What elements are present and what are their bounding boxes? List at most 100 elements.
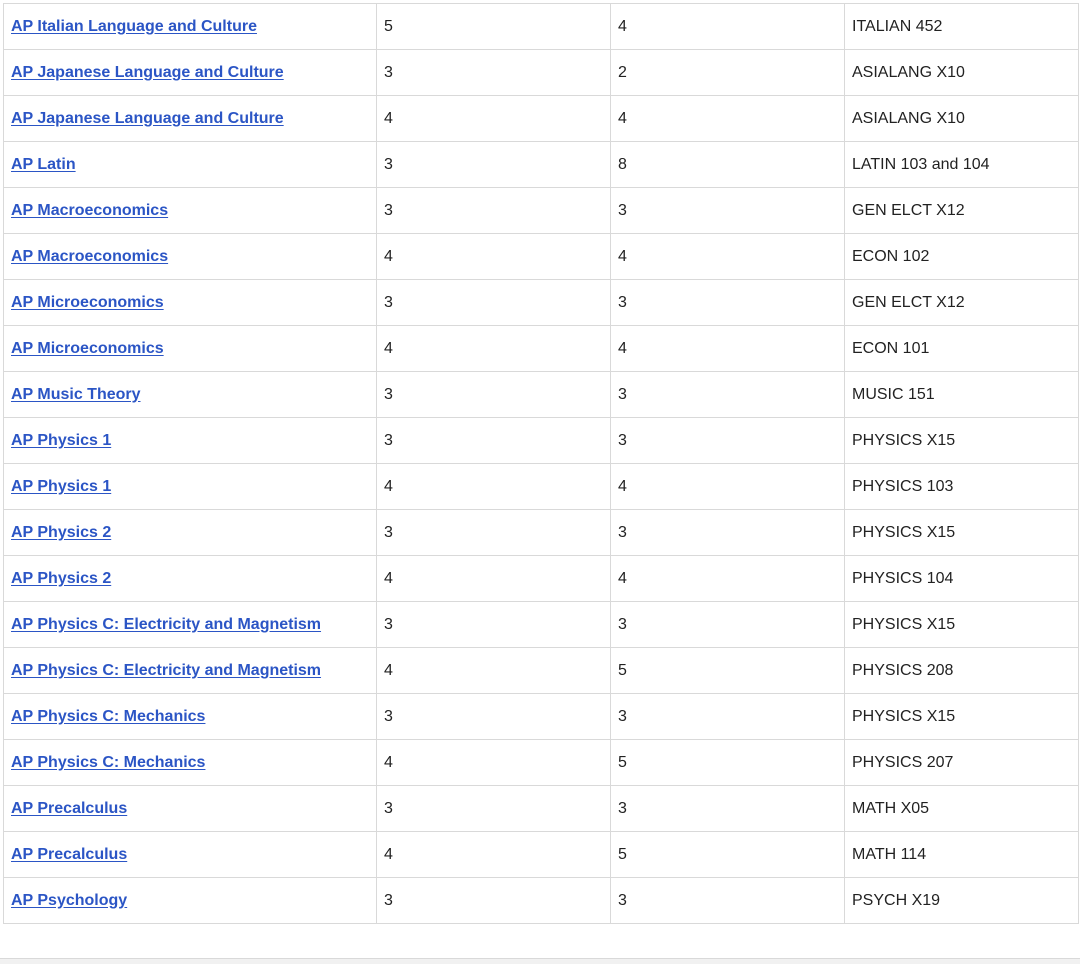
table-row: AP Precalculus 3 3 MATH X05 — [3, 785, 1079, 832]
units-cell: 5 — [610, 647, 845, 694]
exam-link[interactable]: AP Latin — [11, 156, 76, 173]
exam-link[interactable]: AP Italian Language and Culture — [11, 18, 257, 35]
score-cell: 3 — [376, 141, 611, 188]
exam-link[interactable]: AP Music Theory — [11, 386, 141, 403]
equivalent-cell: MUSIC 151 — [844, 371, 1079, 418]
table-row: AP Physics C: Electricity and Magnetism … — [3, 647, 1079, 694]
table-row: AP Precalculus 4 5 MATH 114 — [3, 831, 1079, 878]
exam-link[interactable]: AP Microeconomics — [11, 340, 164, 357]
equivalent-cell: ASIALANG X10 — [844, 95, 1079, 142]
equivalent-cell: PHYSICS X15 — [844, 417, 1079, 464]
exam-link[interactable]: AP Physics 2 — [11, 570, 111, 587]
exam-link[interactable]: AP Physics 1 — [11, 478, 111, 495]
exam-cell: AP Microeconomics — [3, 279, 377, 326]
equivalent-cell: PHYSICS X15 — [844, 509, 1079, 556]
exam-link[interactable]: AP Physics 1 — [11, 432, 111, 449]
units-cell: 8 — [610, 141, 845, 188]
units-cell: 3 — [610, 509, 845, 556]
units-cell: 3 — [610, 187, 845, 234]
exam-link[interactable]: AP Precalculus — [11, 800, 127, 817]
exam-cell: AP Music Theory — [3, 371, 377, 418]
exam-link[interactable]: AP Physics C: Electricity and Magnetism — [11, 662, 321, 679]
exam-cell: AP Physics C: Electricity and Magnetism — [3, 647, 377, 694]
table-row: AP Macroeconomics 3 3 GEN ELCT X12 — [3, 187, 1079, 234]
table-row: AP Physics 1 4 4 PHYSICS 103 — [3, 463, 1079, 510]
units-cell: 3 — [610, 417, 845, 464]
table-row: AP Japanese Language and Culture 3 2 ASI… — [3, 49, 1079, 96]
equivalent-cell: LATIN 103 and 104 — [844, 141, 1079, 188]
exam-link[interactable]: AP Precalculus — [11, 846, 127, 863]
table-row: AP Japanese Language and Culture 4 4 ASI… — [3, 95, 1079, 142]
exam-cell: AP Physics C: Mechanics — [3, 739, 377, 786]
equivalent-cell: PHYSICS 208 — [844, 647, 1079, 694]
equivalent-cell: PHYSICS 103 — [844, 463, 1079, 510]
units-cell: 3 — [610, 601, 845, 648]
units-cell: 3 — [610, 693, 845, 740]
equivalent-cell: PHYSICS X15 — [844, 601, 1079, 648]
ap-credit-table: AP Italian Language and Culture 5 4 ITAL… — [3, 3, 1079, 924]
exam-cell: AP Psychology — [3, 877, 377, 924]
exam-cell: AP Physics C: Mechanics — [3, 693, 377, 740]
score-cell: 4 — [376, 555, 611, 602]
units-cell: 2 — [610, 49, 845, 96]
exam-cell: AP Physics 1 — [3, 463, 377, 510]
equivalent-cell: ITALIAN 452 — [844, 3, 1079, 50]
exam-cell: AP Microeconomics — [3, 325, 377, 372]
exam-link[interactable]: AP Physics C: Mechanics — [11, 708, 205, 725]
units-cell: 5 — [610, 831, 845, 878]
equivalent-cell: ECON 102 — [844, 233, 1079, 280]
exam-link[interactable]: AP Japanese Language and Culture — [11, 110, 284, 127]
exam-cell: AP Japanese Language and Culture — [3, 95, 377, 142]
exam-link[interactable]: AP Microeconomics — [11, 294, 164, 311]
exam-link[interactable]: AP Physics 2 — [11, 524, 111, 541]
units-cell: 5 — [610, 739, 845, 786]
score-cell: 3 — [376, 371, 611, 418]
units-cell: 4 — [610, 95, 845, 142]
exam-link[interactable]: AP Macroeconomics — [11, 202, 168, 219]
equivalent-cell: ECON 101 — [844, 325, 1079, 372]
score-cell: 5 — [376, 3, 611, 50]
table-row: AP Physics 1 3 3 PHYSICS X15 — [3, 417, 1079, 464]
units-cell: 4 — [610, 555, 845, 602]
exam-cell: AP Italian Language and Culture — [3, 3, 377, 50]
equivalent-cell: PHYSICS X15 — [844, 693, 1079, 740]
score-cell: 3 — [376, 417, 611, 464]
table-bottom-edge — [0, 958, 1080, 964]
units-cell: 3 — [610, 785, 845, 832]
table-row: AP Music Theory 3 3 MUSIC 151 — [3, 371, 1079, 418]
exam-cell: AP Physics C: Electricity and Magnetism — [3, 601, 377, 648]
units-cell: 4 — [610, 233, 845, 280]
table-row: AP Physics C: Mechanics 4 5 PHYSICS 207 — [3, 739, 1079, 786]
exam-link[interactable]: AP Japanese Language and Culture — [11, 64, 284, 81]
score-cell: 3 — [376, 693, 611, 740]
score-cell: 3 — [376, 601, 611, 648]
units-cell: 3 — [610, 877, 845, 924]
score-cell: 4 — [376, 233, 611, 280]
units-cell: 4 — [610, 325, 845, 372]
equivalent-cell: GEN ELCT X12 — [844, 187, 1079, 234]
table-row: AP Italian Language and Culture 5 4 ITAL… — [3, 3, 1079, 50]
exam-link[interactable]: AP Macroeconomics — [11, 248, 168, 265]
exam-cell: AP Physics 1 — [3, 417, 377, 464]
units-cell: 3 — [610, 279, 845, 326]
equivalent-cell: PHYSICS 104 — [844, 555, 1079, 602]
table-row: AP Psychology 3 3 PSYCH X19 — [3, 877, 1079, 924]
exam-cell: AP Precalculus — [3, 785, 377, 832]
score-cell: 4 — [376, 831, 611, 878]
table-row: AP Macroeconomics 4 4 ECON 102 — [3, 233, 1079, 280]
exam-link[interactable]: AP Physics C: Electricity and Magnetism — [11, 616, 321, 633]
units-cell: 3 — [610, 371, 845, 418]
exam-cell: AP Macroeconomics — [3, 233, 377, 280]
table-row: AP Latin 3 8 LATIN 103 and 104 — [3, 141, 1079, 188]
exam-link[interactable]: AP Psychology — [11, 892, 127, 909]
table-row: AP Physics 2 3 3 PHYSICS X15 — [3, 509, 1079, 556]
equivalent-cell: PSYCH X19 — [844, 877, 1079, 924]
score-cell: 4 — [376, 95, 611, 142]
exam-link[interactable]: AP Physics C: Mechanics — [11, 754, 205, 771]
table-row: AP Physics C: Electricity and Magnetism … — [3, 601, 1079, 648]
table-row: AP Physics 2 4 4 PHYSICS 104 — [3, 555, 1079, 602]
equivalent-cell: MATH X05 — [844, 785, 1079, 832]
table-row: AP Microeconomics 3 3 GEN ELCT X12 — [3, 279, 1079, 326]
table-row: AP Microeconomics 4 4 ECON 101 — [3, 325, 1079, 372]
score-cell: 4 — [376, 463, 611, 510]
